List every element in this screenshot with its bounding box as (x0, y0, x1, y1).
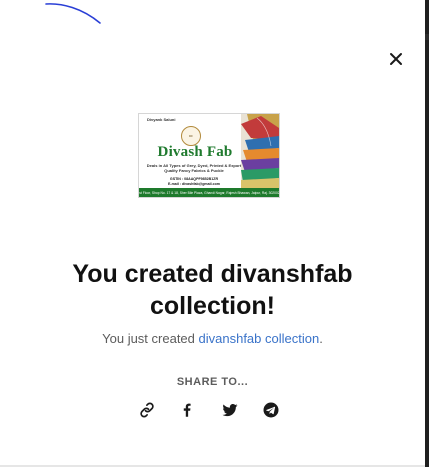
close-icon (390, 53, 402, 65)
share-label: SHARE TO... (176, 376, 249, 388)
share-facebook-button[interactable] (176, 399, 198, 421)
share-twitter-button[interactable] (219, 399, 241, 421)
collection-created-modal: Divyank Saluni +91 9555480793 DF Divash … (0, 0, 425, 465)
banner-name: Divyank Saluni (147, 116, 176, 122)
fabric-rolls-image (241, 114, 279, 190)
banner-footer: Ist Floor, Shop No. 17 & 18, Sher Bile P… (139, 188, 279, 197)
screen: Divyank Saluni +91 9555480793 DF Divash … (0, 0, 429, 467)
link-icon (140, 402, 154, 418)
banner-title: Divash Fab (157, 144, 233, 160)
collection-cover-image: Divyank Saluni +91 9555480793 DF Divash … (138, 113, 280, 198)
banner-logo: DF (181, 126, 201, 146)
modal-subtitle: You just created divanshfab collection. (20, 331, 405, 346)
collection-link[interactable]: divanshfab collection (199, 331, 320, 346)
close-button[interactable] (385, 48, 407, 70)
share-buttons (133, 399, 293, 421)
twitter-icon (222, 404, 238, 417)
banner-logo-text: DF (189, 134, 193, 138)
subtitle-suffix: . (319, 331, 323, 346)
banner-contact: GSTIN : 08AAQPF9852B1ZR E-mail : divashf… (145, 177, 243, 187)
copy-link-button[interactable] (136, 399, 158, 421)
subtitle-prefix: You just created (102, 331, 199, 346)
overlay-backdrop[interactable] (425, 0, 429, 467)
facebook-icon (183, 403, 191, 417)
banner-email: E-mail : divashfab@gmail.com (167, 182, 221, 186)
modal-title: You created divanshfab collection! (72, 260, 353, 320)
share-telegram-button[interactable] (260, 399, 282, 421)
overlay-mark (425, 34, 429, 40)
pen-stroke (45, 3, 101, 24)
telegram-icon (263, 402, 279, 418)
banner-tagline: Deals in All Types of Grey, Dyed, Printe… (146, 163, 242, 173)
